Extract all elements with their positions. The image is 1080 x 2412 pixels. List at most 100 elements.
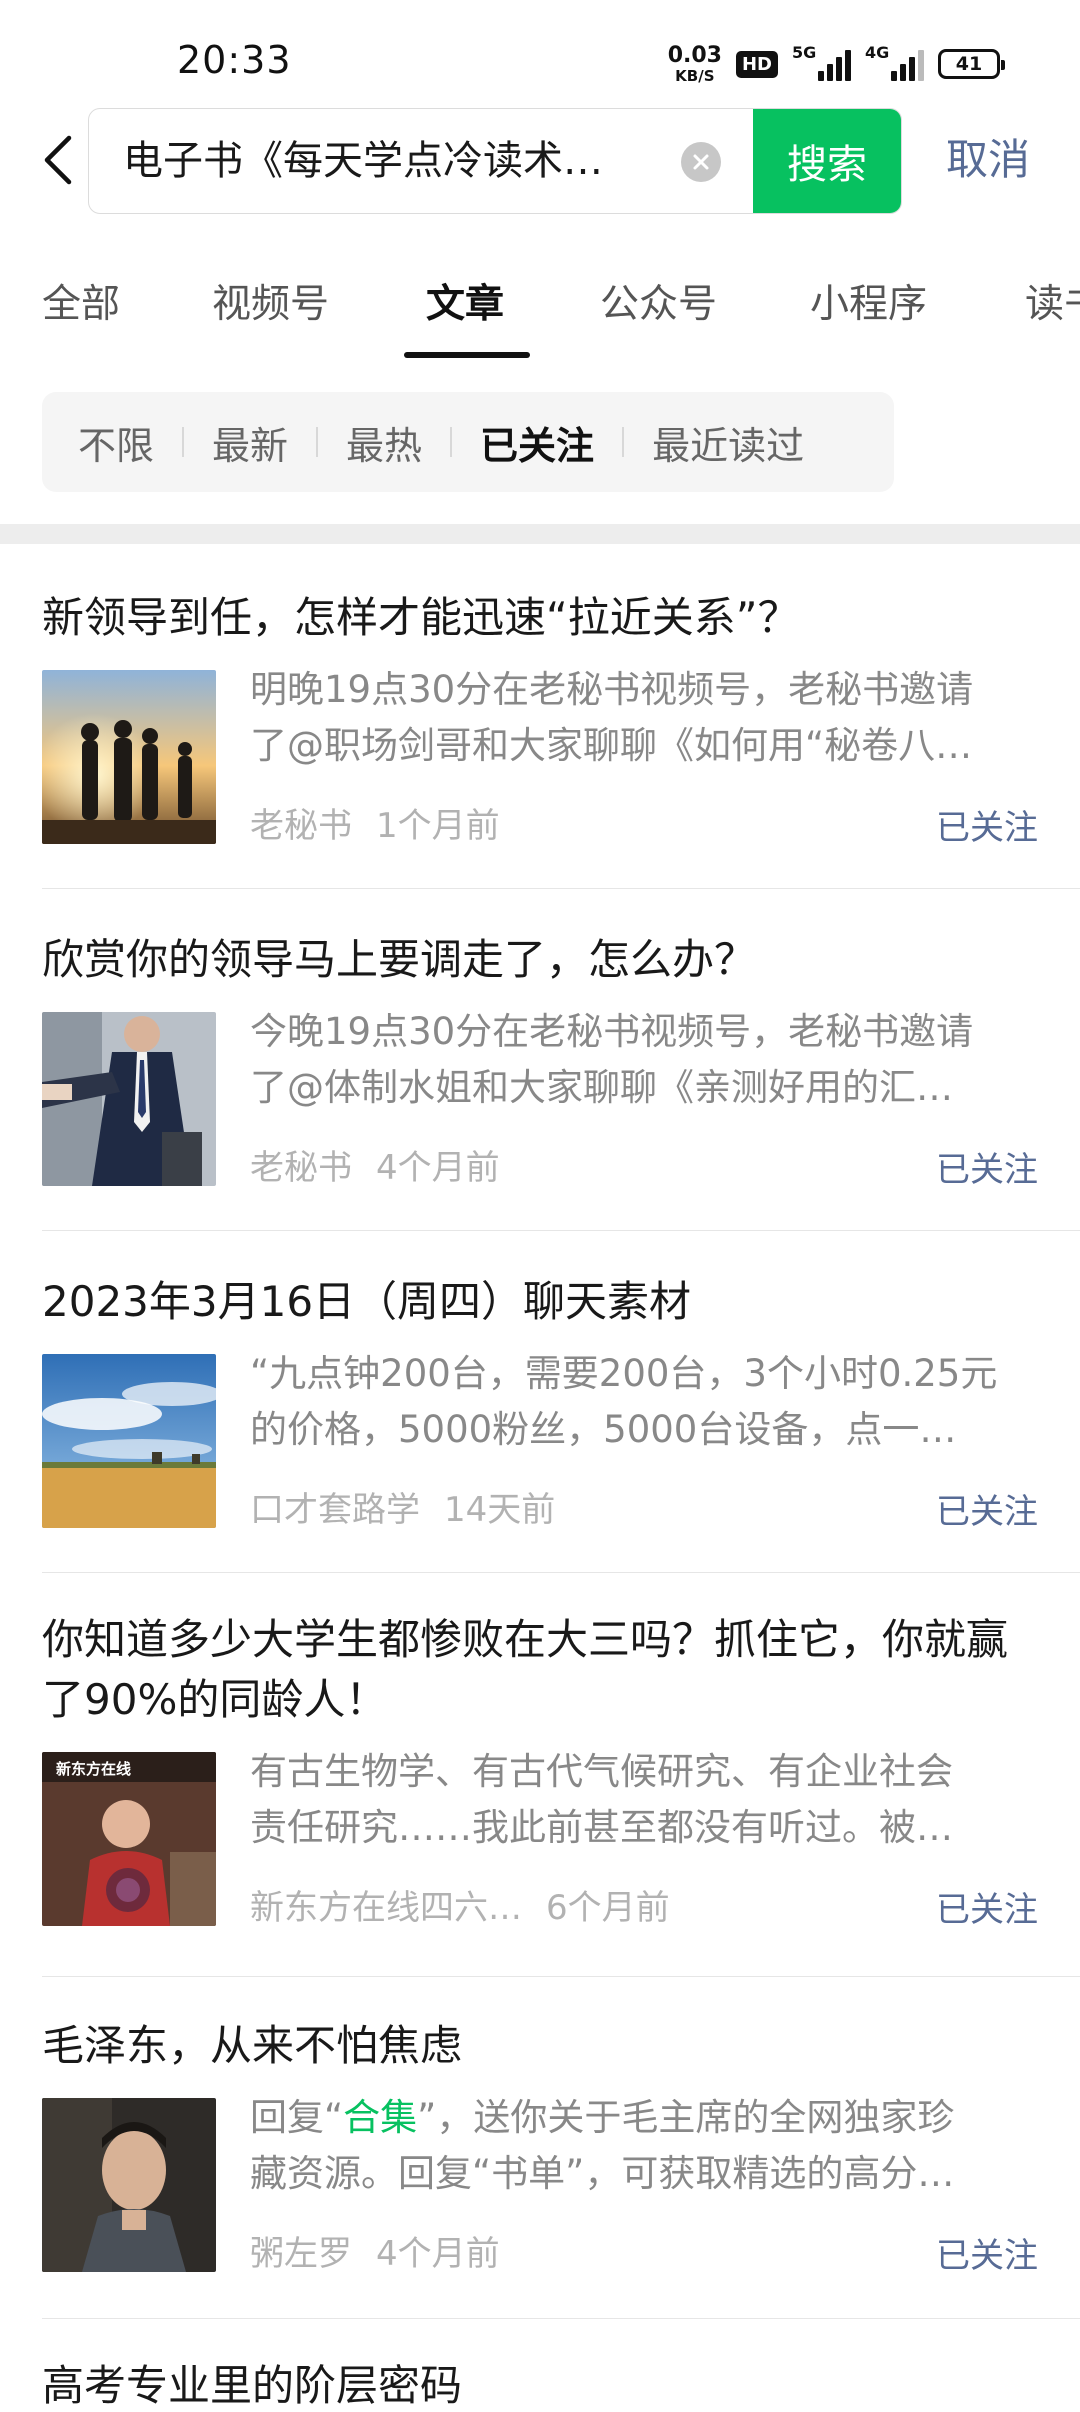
filter-unlimited[interactable]: 不限 (78, 415, 154, 470)
network-speed: 0.03 KB/S (667, 42, 722, 85)
signal-5g-icon: 5G (792, 43, 851, 81)
hd-voice-icon: HD (735, 50, 778, 78)
filter-divider (622, 427, 625, 457)
back-button[interactable] (28, 130, 88, 190)
followed-label: 已关注 (936, 808, 1038, 848)
article-source: 粥左罗 (250, 2234, 352, 2274)
article-summary: 回复“合集”，送你关于毛主席的全网独家珍 藏资源。回复“书单”，可获取精选的高分… (250, 2090, 1038, 2202)
filter-divider (450, 427, 453, 457)
article-thumbnail (42, 670, 216, 844)
signal-4g-label: 4G (865, 43, 890, 62)
article-meta: 老秘书 1个月前 (250, 798, 500, 847)
search-button[interactable]: 搜索 (753, 109, 901, 213)
summary-line-2: 的价格，5000粉丝，5000台设备，点一… (250, 1408, 957, 1451)
category-tabs: 全部 视频号 文章 公众号 小程序 读书 (0, 255, 1080, 365)
list-divider (42, 1230, 1080, 1231)
tab-all[interactable]: 全部 (42, 273, 120, 329)
network-speed-unit: KB/S (675, 66, 715, 85)
battery-icon: 41 (938, 49, 1005, 79)
article-time: 6个月前 (546, 1888, 670, 1928)
article-item[interactable]: 新领导到任，怎样才能迅速“拉近关系”？ 明晚19点30分在老秘书视频号，老秘书邀… (42, 588, 1038, 848)
active-tab-indicator (404, 352, 530, 358)
article-time: 4个月前 (376, 1148, 500, 1188)
tab-articles[interactable]: 文章 (426, 273, 504, 329)
list-divider (42, 888, 1080, 889)
article-time: 14天前 (444, 1490, 556, 1530)
article-thumbnail: 新东方在线 (42, 1752, 216, 1926)
network-speed-value: 0.03 (667, 42, 722, 68)
article-meta: 新东方在线四六… 6个月前 (250, 1880, 670, 1929)
article-summary: 今晚19点30分在老秘书视频号，老秘书邀请 了@体制水姐和大家聊聊《亲测好用的汇… (250, 1004, 1038, 1116)
followed-label: 已关注 (936, 1890, 1038, 1930)
article-title: 2023年3月16日（周四）聊天素材 (42, 1277, 692, 1326)
article-meta: 口才套路学 14天前 (250, 1482, 555, 1531)
filter-bar: 不限 最新 最热 已关注 最近读过 (42, 392, 894, 492)
summary-line-2: 了@职场剑哥和大家聊聊《如何用“秘卷八… (250, 724, 973, 767)
filter-recently-read[interactable]: 最近读过 (652, 415, 804, 470)
article-thumbnail (42, 1012, 216, 1186)
tab-mini-programs[interactable]: 小程序 (810, 273, 927, 329)
status-bar: 20:33 0.03 KB/S HD 5G 4G 41 (0, 0, 1080, 120)
article-item[interactable]: 毛泽东，从来不怕焦虑 回复“合集”，送你关于毛主席的全网独家珍 藏资源。回复“书… (42, 2016, 1038, 2276)
clock: 20:33 (177, 38, 292, 82)
summary-line-1: 明晚19点30分在老秘书视频号，老秘书邀请 (250, 668, 974, 711)
section-separator (0, 524, 1080, 544)
article-thumbnail (42, 2098, 216, 2272)
summary-line-1: 有古生物学、有古代气候研究、有企业社会 (250, 1750, 953, 1793)
clear-search-button[interactable] (681, 142, 721, 182)
article-summary: 明晚19点30分在老秘书视频号，老秘书邀请 了@职场剑哥和大家聊聊《如何用“秘卷… (250, 662, 1038, 774)
followed-label: 已关注 (936, 1150, 1038, 1190)
article-title: 高考专业里的阶层密码 (42, 2361, 463, 2410)
article-time: 4个月前 (376, 2234, 500, 2274)
filter-hottest[interactable]: 最热 (346, 415, 422, 470)
article-item[interactable]: 欣赏你的领导马上要调走了，怎么办？ 今晚19点30分在老秘书视频号，老秘书邀请 … (42, 930, 1038, 1190)
article-source: 新东方在线四六… (250, 1888, 522, 1928)
summary-line-2: 责任研究……我此前甚至都没有听过。被… (250, 1806, 953, 1849)
article-source: 口才套路学 (250, 1490, 420, 1530)
summary-line-1: 回复“合集”，送你关于毛主席的全网独家珍 (250, 2090, 1038, 2146)
followed-label: 已关注 (936, 2236, 1038, 2276)
article-source: 老秘书 (250, 806, 352, 846)
signal-5g-label: 5G (792, 43, 817, 62)
article-item[interactable]: 高考专业里的阶层密码 (42, 2356, 1038, 2412)
thumbnail-brand-label: 新东方在线 (56, 1760, 131, 1778)
summary-line-1: 今晚19点30分在老秘书视频号，老秘书邀请 (250, 1010, 974, 1053)
article-title: 新领导到任，怎样才能迅速“拉近关系”？ (42, 593, 800, 642)
summary-line-2: 了@体制水姐和大家聊聊《亲测好用的汇… (250, 1066, 953, 1109)
tab-official-accounts[interactable]: 公众号 (600, 273, 717, 329)
article-title: 欣赏你的领导马上要调走了，怎么办？ (42, 935, 757, 984)
search-input[interactable]: 电子书《每天学点冷读术… (123, 109, 683, 213)
article-summary: “九点钟200台，需要200台，3个小时0.25元 的价格，5000粉丝，500… (250, 1346, 1038, 1458)
article-summary: 有古生物学、有古代气候研究、有企业社会 责任研究……我此前甚至都没有听过。被… (250, 1744, 1038, 1856)
chevron-left-icon (44, 135, 72, 185)
close-icon (693, 154, 709, 170)
filter-divider (316, 427, 319, 457)
signal-4g-icon: 4G (865, 43, 924, 81)
summary-text: 回复“ (250, 2096, 344, 2139)
list-divider (42, 2318, 1080, 2319)
article-title: 你知道多少大学生都惨败在大三吗？抓住它，你就赢了90%的同龄人！ (42, 1615, 1009, 1724)
article-meta: 老秘书 4个月前 (250, 1140, 500, 1189)
list-divider (42, 1572, 1080, 1573)
article-thumbnail (42, 1354, 216, 1528)
summary-text: ”，送你关于毛主席的全网独家珍 (417, 2096, 955, 2139)
article-time: 1个月前 (376, 806, 500, 846)
filter-latest[interactable]: 最新 (212, 415, 288, 470)
battery-level: 41 (955, 53, 983, 75)
cancel-button[interactable]: 取消 (946, 130, 1030, 190)
tab-reading[interactable]: 读书 (1025, 273, 1080, 329)
tab-channels[interactable]: 视频号 (212, 273, 329, 329)
search-results-screen: 20:33 0.03 KB/S HD 5G 4G 41 电子书《每天学点冷读术…… (0, 0, 1080, 2412)
article-title: 毛泽东，从来不怕焦虑 (42, 2021, 463, 2070)
summary-line-2: 藏资源。回复“书单”，可获取精选的高分… (250, 2152, 955, 2195)
article-item[interactable]: 2023年3月16日（周四）聊天素材 “九点钟200台，需要200台，3个小时0… (42, 1272, 1038, 1532)
article-item[interactable]: 你知道多少大学生都惨败在大三吗？抓住它，你就赢了90%的同龄人！ 新东方在线 有… (42, 1610, 1038, 1930)
filter-followed[interactable]: 已关注 (480, 415, 594, 470)
highlighted-keyword[interactable]: 合集 (343, 2096, 417, 2139)
summary-line-1: “九点钟200台，需要200台，3个小时0.25元 (250, 1352, 998, 1395)
search-field[interactable]: 电子书《每天学点冷读术… 搜索 (88, 108, 902, 214)
article-source: 老秘书 (250, 1148, 352, 1188)
status-icons: 0.03 KB/S HD 5G 4G 41 (667, 38, 1005, 90)
article-meta: 粥左罗 4个月前 (250, 2226, 500, 2275)
followed-label: 已关注 (936, 1492, 1038, 1532)
